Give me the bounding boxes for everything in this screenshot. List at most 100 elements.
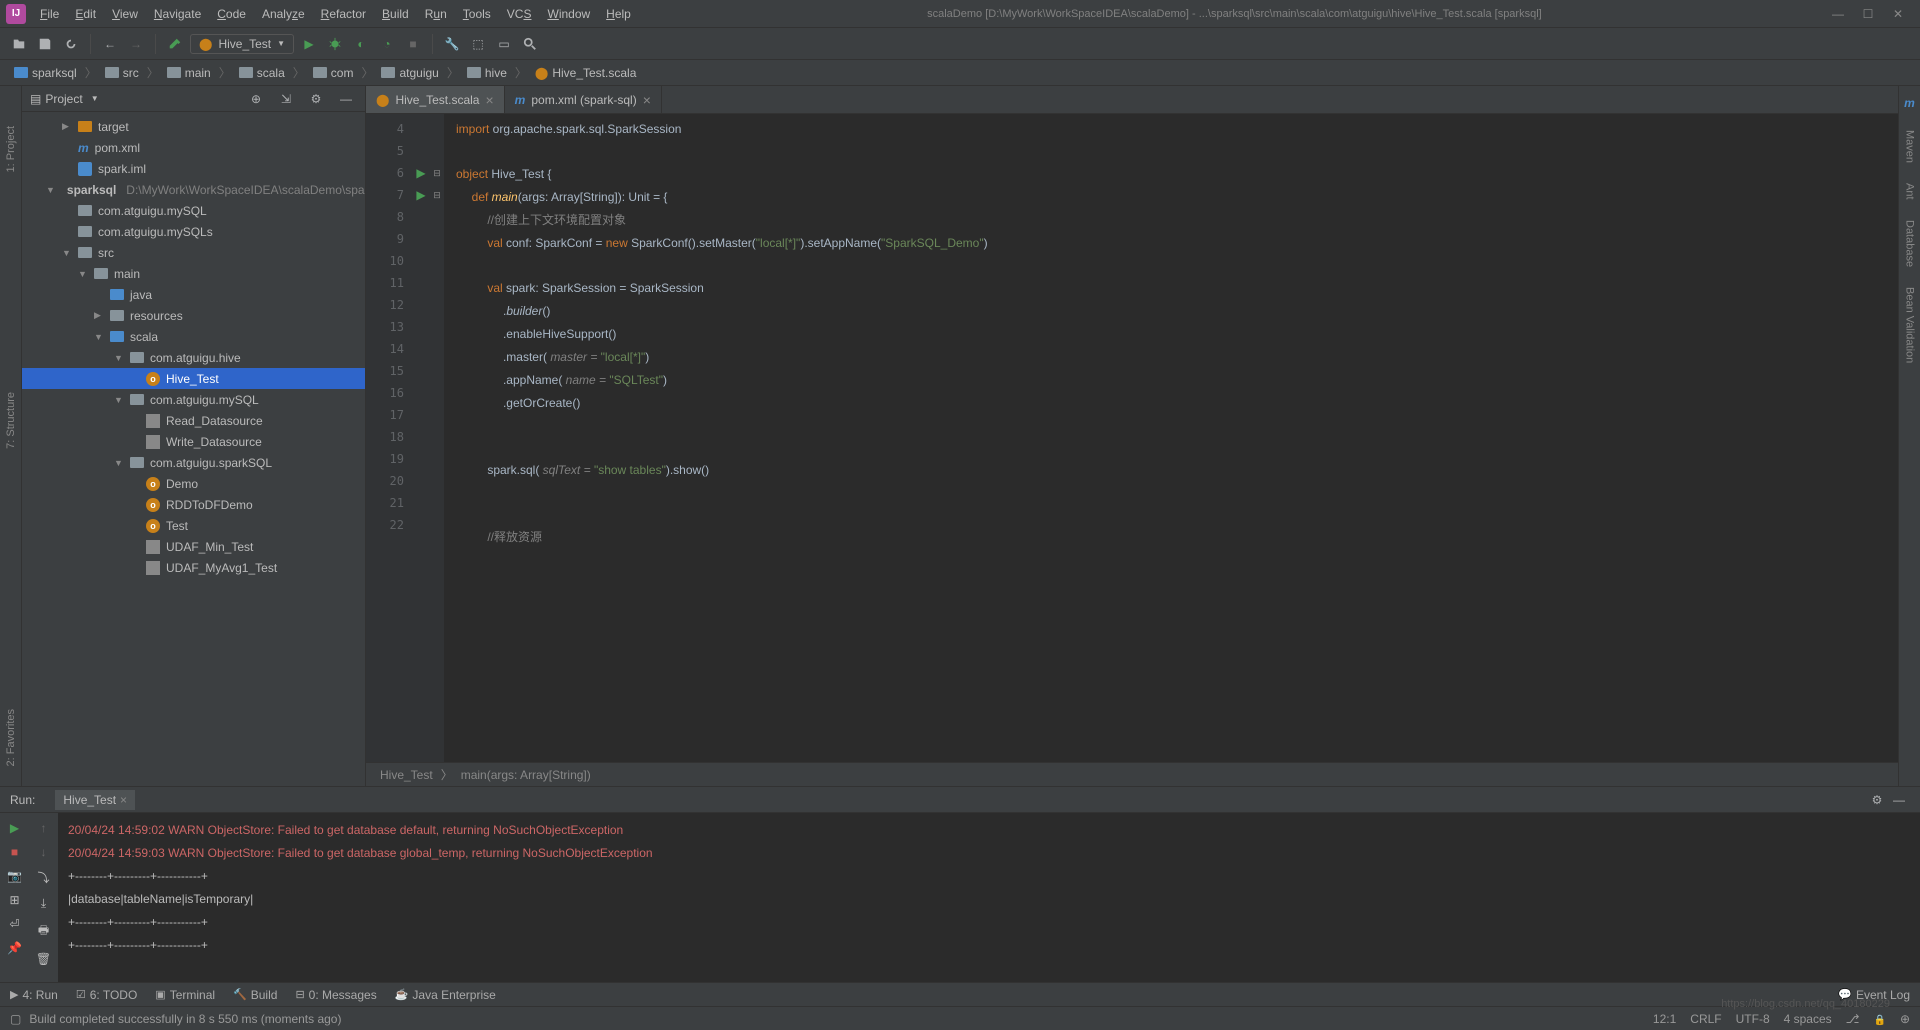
crumb-scala[interactable]: scala: [235, 64, 289, 82]
wrench-icon[interactable]: 🔧: [441, 33, 463, 55]
menu-run[interactable]: Run: [417, 3, 455, 25]
tree-src[interactable]: ▼src: [22, 242, 365, 263]
tree-pkg-mysql2[interactable]: ▼com.atguigu.mySQL: [22, 389, 365, 410]
target-icon[interactable]: ⊕: [245, 88, 267, 110]
fold-gutter[interactable]: ⊟⊟: [430, 114, 444, 762]
save-icon[interactable]: [34, 33, 56, 55]
menu-file[interactable]: File: [32, 3, 67, 25]
status-indent[interactable]: 4 spaces: [1784, 1012, 1832, 1026]
stop-icon[interactable]: ■: [402, 33, 424, 55]
editor-body[interactable]: 45678910111213141516171819202122 ▶▶ ⊟⊟ i…: [366, 114, 1898, 762]
debug-icon[interactable]: [324, 33, 346, 55]
crumb-hive[interactable]: hive: [463, 64, 511, 82]
status-pos[interactable]: 12:1: [1653, 1012, 1676, 1026]
tree-resources[interactable]: ▶resources: [22, 305, 365, 326]
tree-hive-test[interactable]: oHive_Test: [22, 368, 365, 389]
tree-write-ds[interactable]: Write_Datasource: [22, 431, 365, 452]
tab-hive-test[interactable]: ⬤Hive_Test.scala×: [366, 86, 505, 113]
menu-vcs[interactable]: VCS: [499, 3, 540, 25]
tree-pkg-sparksql[interactable]: ▼com.atguigu.sparkSQL: [22, 452, 365, 473]
bb-todo[interactable]: ☑ 6: TODO: [76, 988, 137, 1002]
tree-pom[interactable]: mpom.xml: [22, 137, 365, 158]
tree-demo[interactable]: oDemo: [22, 473, 365, 494]
menu-tools[interactable]: Tools: [455, 3, 499, 25]
minimize-icon[interactable]: —: [1830, 6, 1846, 22]
rail-ant[interactable]: Ant: [1904, 183, 1916, 200]
tree-target[interactable]: ▶target: [22, 116, 365, 137]
tree-sparkiml[interactable]: spark.iml: [22, 158, 365, 179]
tree-scala[interactable]: ▼scala: [22, 326, 365, 347]
rail-structure[interactable]: 7: Structure: [5, 392, 17, 449]
crumb-com[interactable]: com: [309, 64, 358, 82]
menu-help[interactable]: Help: [598, 3, 639, 25]
code-content[interactable]: import org.apache.spark.sql.SparkSession…: [444, 114, 1898, 762]
open-icon[interactable]: [8, 33, 30, 55]
sdk-icon[interactable]: ▭: [493, 33, 515, 55]
search-icon[interactable]: [519, 33, 541, 55]
menu-analyze[interactable]: Analyze: [254, 3, 313, 25]
tree-rdd[interactable]: oRDDToDFDemo: [22, 494, 365, 515]
tree-pkg-mysqls[interactable]: com.atguigu.mySQLs: [22, 221, 365, 242]
menu-window[interactable]: Window: [539, 3, 598, 25]
structure-icon[interactable]: ⬚: [467, 33, 489, 55]
gear-icon[interactable]: ⚙: [1866, 789, 1888, 811]
rerun-icon[interactable]: ▶: [10, 821, 19, 835]
console-output[interactable]: 20/04/24 14:59:02 WARN ObjectStore: Fail…: [58, 813, 1920, 982]
tree-read-ds[interactable]: Read_Datasource: [22, 410, 365, 431]
run-config-selector[interactable]: ⬤ Hive_Test ▼: [190, 34, 294, 54]
notif-icon[interactable]: ⊕: [1900, 1012, 1910, 1026]
hide-icon[interactable]: —: [1888, 789, 1910, 811]
crumb-main[interactable]: main: [163, 64, 215, 82]
maximize-icon[interactable]: ☐: [1860, 6, 1876, 22]
rail-bean[interactable]: Bean Validation: [1904, 287, 1916, 363]
hide-icon[interactable]: —: [335, 88, 357, 110]
bb-build[interactable]: 🔨 Build: [233, 988, 277, 1002]
run-gutter[interactable]: ▶▶: [412, 114, 430, 762]
tree-java[interactable]: java: [22, 284, 365, 305]
pin-icon[interactable]: 📌: [7, 941, 22, 955]
tree-pkg-mysql[interactable]: com.atguigu.mySQL: [22, 200, 365, 221]
crumb-src[interactable]: src: [101, 64, 143, 82]
bb-messages[interactable]: ⊟ 0: Messages: [295, 988, 376, 1002]
menu-code[interactable]: Code: [209, 3, 254, 25]
collapse-icon[interactable]: ⇲: [275, 88, 297, 110]
rail-maven[interactable]: Maven: [1904, 130, 1916, 163]
back-icon[interactable]: ←: [99, 33, 121, 55]
print-icon[interactable]: 🖶: [38, 921, 49, 942]
bb-run[interactable]: ▶ 4: Run: [10, 988, 58, 1002]
exit-icon[interactable]: ⏎: [9, 917, 19, 931]
menu-refactor[interactable]: Refactor: [313, 3, 374, 25]
menu-navigate[interactable]: Navigate: [146, 3, 209, 25]
close-icon[interactable]: ×: [485, 92, 493, 108]
bb-terminal[interactable]: ▣ Terminal: [155, 988, 215, 1002]
sync-icon[interactable]: [60, 33, 82, 55]
bb-javaee[interactable]: ☕ Java Enterprise: [395, 988, 496, 1002]
rail-database[interactable]: Database: [1904, 220, 1916, 267]
tree-sparksql[interactable]: ▼sparksqlD:\MyWork\WorkSpaceIDEA\scalaDe…: [22, 179, 365, 200]
maven-icon[interactable]: m: [1904, 96, 1915, 110]
menu-build[interactable]: Build: [374, 3, 417, 25]
hammer-icon[interactable]: [164, 33, 186, 55]
crumb-file[interactable]: ⬤Hive_Test.scala: [531, 64, 640, 82]
camera-icon[interactable]: 📷: [7, 869, 22, 883]
coverage-icon[interactable]: ◐: [350, 33, 372, 55]
layout-icon[interactable]: ⊞: [9, 893, 19, 907]
tree-pkg-hive[interactable]: ▼com.atguigu.hive: [22, 347, 365, 368]
profile-icon[interactable]: ◔: [376, 33, 398, 55]
tree-test[interactable]: oTest: [22, 515, 365, 536]
tree-udaf-min[interactable]: UDAF_Min_Test: [22, 536, 365, 557]
status-encoding[interactable]: UTF-8: [1736, 1012, 1770, 1026]
rail-project[interactable]: 1: Project: [5, 126, 17, 172]
status-crlf[interactable]: CRLF: [1690, 1012, 1721, 1026]
gear-icon[interactable]: ⚙: [305, 88, 327, 110]
menu-view[interactable]: View: [104, 3, 146, 25]
status-box-icon[interactable]: ▢: [10, 1012, 21, 1026]
run-tab[interactable]: Hive_Test×: [55, 790, 135, 810]
tree-udaf-avg[interactable]: UDAF_MyAvg1_Test: [22, 557, 365, 578]
tab-pom[interactable]: mpom.xml (spark-sql)×: [505, 86, 662, 113]
scroll-icon[interactable]: ⤓: [41, 896, 46, 911]
tree-main[interactable]: ▼main: [22, 263, 365, 284]
crumb-atguigu[interactable]: atguigu: [377, 64, 442, 82]
project-tree[interactable]: ▶target mpom.xml spark.iml ▼sparksqlD:\M…: [22, 112, 365, 786]
lock-icon[interactable]: [1873, 1012, 1885, 1026]
